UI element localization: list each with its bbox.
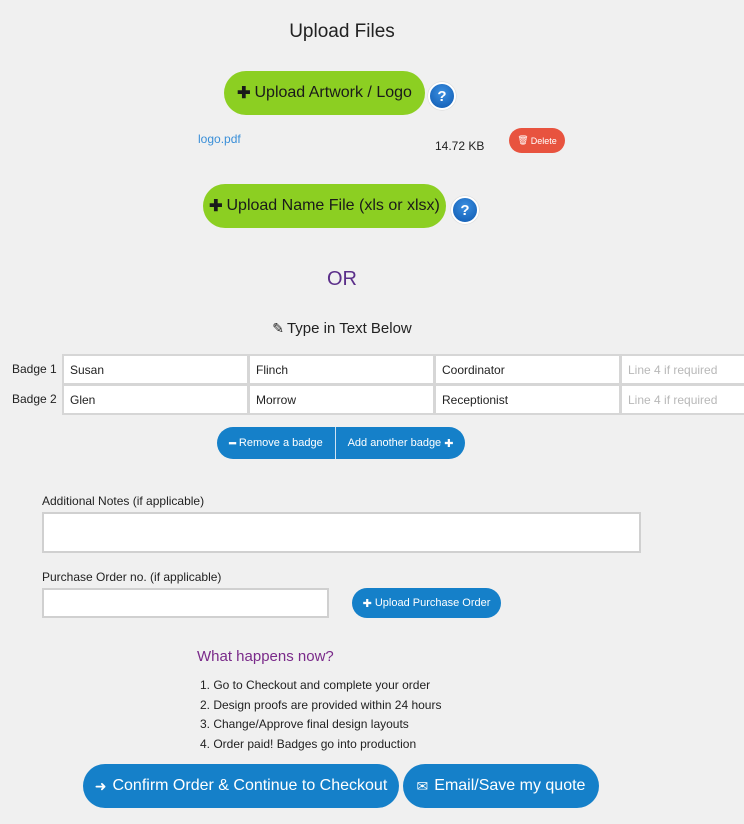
badge-1-line-1-input[interactable]: Susan — [62, 354, 249, 385]
type-in-text-heading: ✎ Type in Text Below — [0, 320, 684, 337]
delete-label: Delete — [530, 135, 557, 146]
badge-2-line-4-input[interactable]: Line 4 if required — [620, 384, 744, 415]
envelope-icon: ✉ — [416, 777, 429, 794]
step-item: 3. Change/Approve final design layouts — [200, 717, 409, 731]
po-number-input[interactable] — [42, 588, 329, 618]
confirm-checkout-button[interactable]: ➜ Confirm Order & Continue to Checkout — [83, 764, 399, 808]
add-badge-button[interactable]: Add another badge ✚ — [336, 427, 465, 459]
badge-1-line-3-input[interactable]: Coordinator — [434, 354, 621, 385]
badge-row-label: Badge 2 — [12, 392, 57, 406]
upload-name-file-label: Upload Name File (xls or xlsx) — [226, 197, 440, 214]
badge-button-group: ━ Remove a badge Add another badge ✚ — [217, 427, 465, 459]
type-in-text-label: Type in Text Below — [286, 320, 412, 337]
help-icon-name-file[interactable]: ? — [451, 196, 479, 224]
upload-files-page: Upload Files ✚ Upload Artwork / Logo ? l… — [0, 0, 744, 824]
badge-1-line-2-input[interactable]: Flinch — [248, 354, 435, 385]
file-size: 14.72 KB — [435, 139, 485, 153]
uploaded-file-link[interactable]: logo.pdf — [198, 132, 241, 146]
confirm-checkout-label: Confirm Order & Continue to Checkout — [112, 777, 388, 794]
upload-name-file-button[interactable]: ✚ Upload Name File (xls or xlsx) — [203, 184, 446, 228]
or-divider: OR — [327, 268, 357, 290]
notes-textarea[interactable] — [42, 512, 641, 553]
step-item: 1. Go to Checkout and complete your orde… — [200, 678, 431, 692]
remove-badge-label: Remove a badge — [238, 437, 323, 449]
help-icon-artwork[interactable]: ? — [428, 82, 456, 110]
email-quote-label: Email/Save my quote — [434, 777, 586, 794]
remove-badge-button[interactable]: ━ Remove a badge — [217, 427, 336, 459]
page-title: Upload Files — [289, 21, 395, 42]
edit-icon: ✎ — [272, 320, 284, 336]
badge-row-label: Badge 1 — [12, 362, 57, 376]
upload-po-label: Upload Purchase Order — [374, 597, 491, 609]
po-label: Purchase Order no. (if applicable) — [42, 570, 222, 584]
arrow-right-icon: ➜ — [94, 777, 107, 794]
steps-list: 1. Go to Checkout and complete your orde… — [200, 676, 441, 754]
step-item: 4. Order paid! Badges go into production — [200, 736, 417, 751]
trash-icon: 🗑 — [517, 135, 529, 145]
upload-artwork-label: Upload Artwork / Logo — [254, 84, 412, 101]
badge-2-line-1-input[interactable]: Glen — [62, 384, 249, 415]
what-happens-heading: What happens now? — [197, 648, 334, 665]
plus-icon: ✚ — [237, 85, 251, 102]
step-item: 2. Design proofs are provided within 24 … — [200, 697, 442, 712]
upload-po-button[interactable]: ✚ Upload Purchase Order — [352, 588, 501, 618]
badge-1-line-4-input[interactable]: Line 4 if required — [620, 354, 744, 385]
plus-icon: ✚ — [444, 437, 454, 450]
add-badge-label: Add another badge — [347, 437, 442, 449]
delete-file-button[interactable]: 🗑 Delete — [509, 128, 565, 153]
plus-icon: ✚ — [209, 198, 223, 215]
minus-icon: ━ — [229, 437, 236, 450]
badge-2-line-3-input[interactable]: Receptionist — [434, 384, 621, 415]
notes-label: Additional Notes (if applicable) — [42, 494, 205, 508]
plus-icon: ✚ — [362, 597, 372, 610]
email-quote-button[interactable]: ✉ Email/Save my quote — [403, 764, 599, 808]
badge-2-line-2-input[interactable]: Morrow — [248, 384, 435, 415]
upload-artwork-button[interactable]: ✚ Upload Artwork / Logo — [224, 71, 425, 115]
